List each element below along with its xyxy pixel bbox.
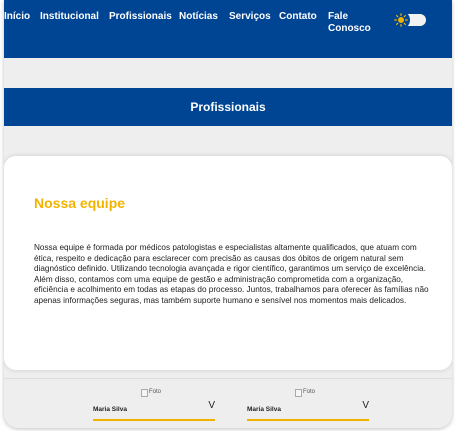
member-card[interactable]: Foto Maria Silva V <box>93 389 215 428</box>
chevron-down-icon[interactable]: V <box>208 400 215 411</box>
accent-bar <box>93 419 215 421</box>
paragraph: Além disso, contamos com uma equipe de g… <box>34 274 429 305</box>
theme-toggle[interactable] <box>392 11 426 29</box>
page-header: Profissionais <box>4 88 452 126</box>
page-frame: Início Institucional Profissionais Notíc… <box>4 0 452 428</box>
chevron-down-icon[interactable]: V <box>362 400 369 411</box>
top-navigation: Início Institucional Profissionais Notíc… <box>4 0 452 58</box>
photo-alt-text: Foto <box>149 389 162 395</box>
photo-alt-text: Foto <box>303 389 316 395</box>
broken-image-icon <box>141 389 148 397</box>
sun-icon <box>392 11 410 29</box>
broken-image-icon <box>295 389 302 397</box>
nav-link-profissionais[interactable]: Profissionais <box>109 11 172 23</box>
team-members: Foto Maria Silva V Foto Maria Silva V <box>4 378 452 428</box>
page-title: Profissionais <box>190 100 266 114</box>
member-name: Maria Silva <box>247 406 281 413</box>
nav-link-inicio[interactable]: Início <box>4 11 30 23</box>
nav-link-institucional[interactable]: Institucional <box>40 11 99 23</box>
member-name: Maria Silva <box>93 406 127 413</box>
member-photo: Foto <box>141 389 163 403</box>
member-card[interactable]: Foto Maria Silva V <box>247 389 369 428</box>
team-intro-card: Nossa equipe Nossa equipe é formada por … <box>4 156 452 370</box>
nav-link-noticias[interactable]: Notícias <box>179 11 218 23</box>
nav-link-fale-conosco[interactable]: Fale Conosco <box>328 11 371 35</box>
section-text: Nossa equipe é formada por médicos patol… <box>34 243 434 306</box>
nav-link-servicos[interactable]: Serviços <box>229 11 271 23</box>
paragraph: Nossa equipe é formada por médicos patol… <box>34 243 426 273</box>
accent-bar <box>247 419 369 421</box>
section-title: Nossa equipe <box>34 195 126 211</box>
member-photo: Foto <box>295 389 317 403</box>
nav-link-contato[interactable]: Contato <box>279 11 317 23</box>
